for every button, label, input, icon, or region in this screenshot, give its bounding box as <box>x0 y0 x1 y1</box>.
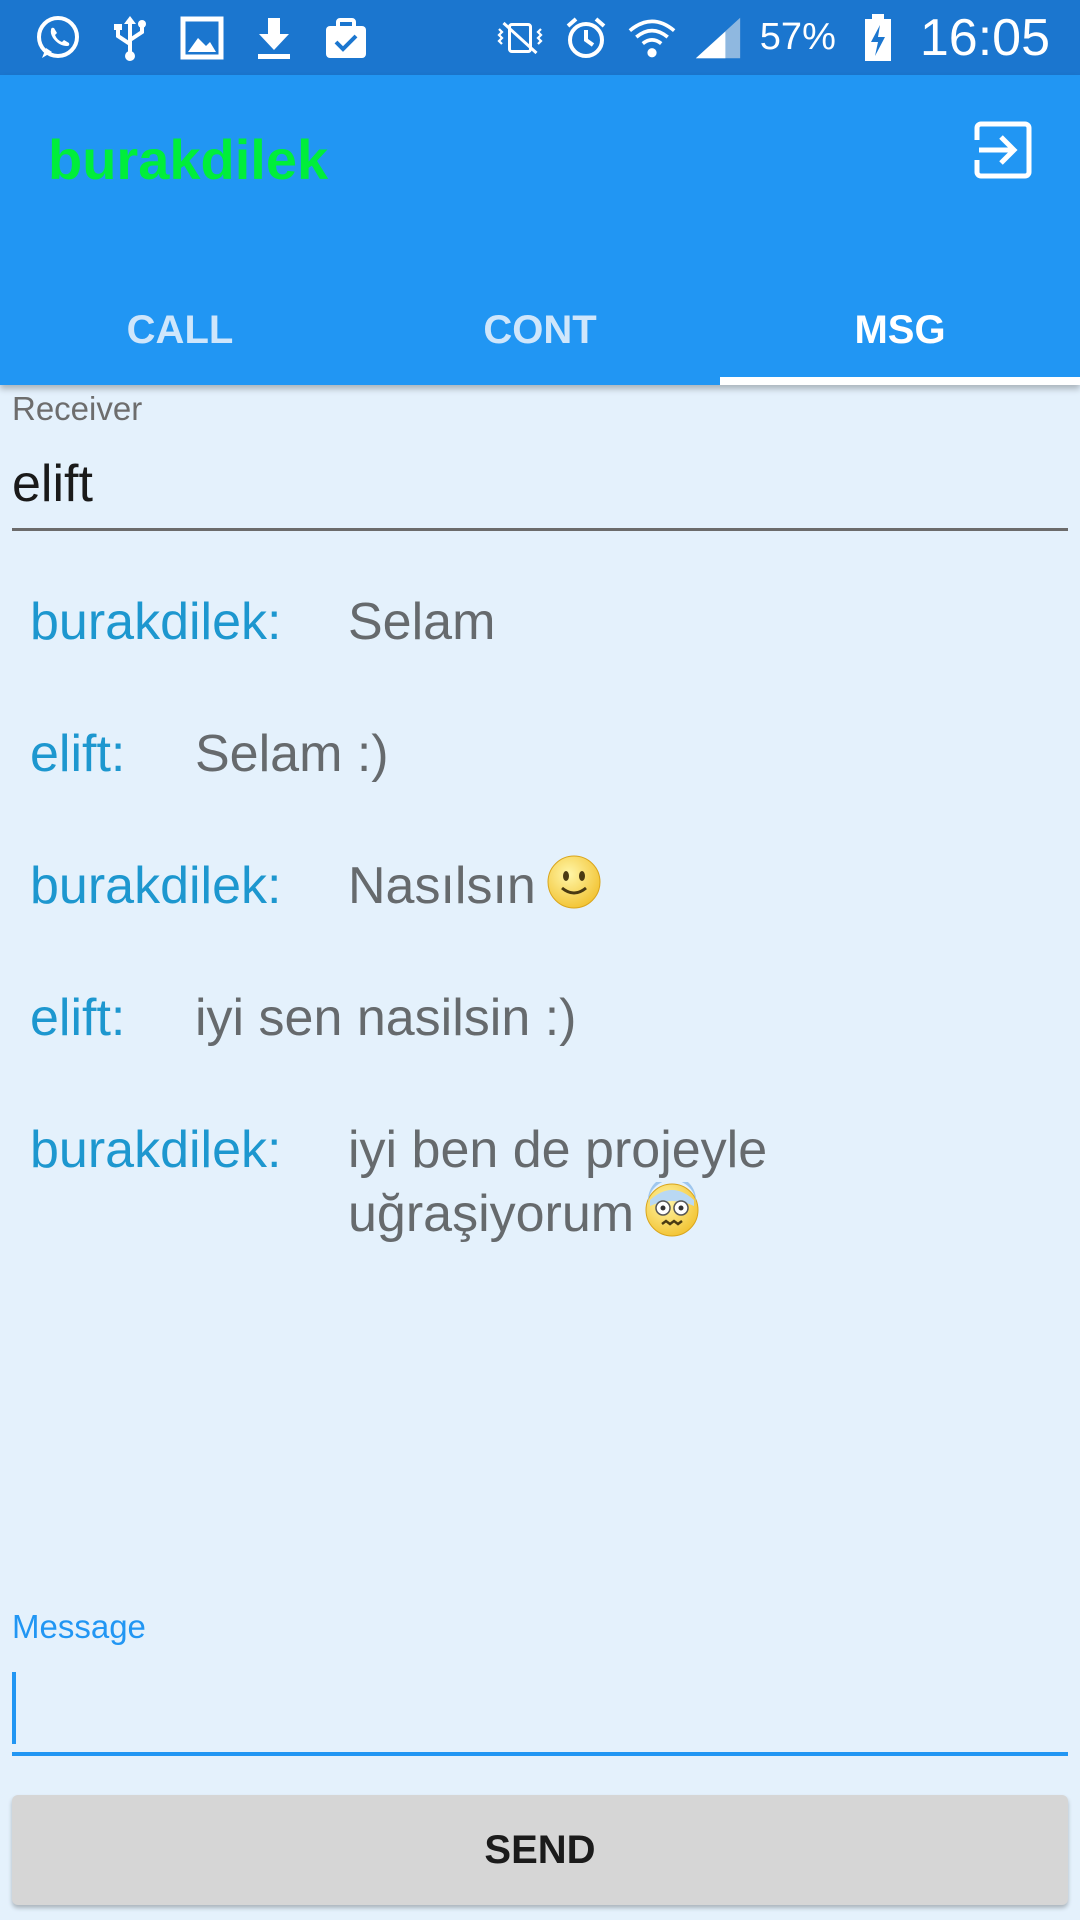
message-text: Selam :) <box>195 725 389 783</box>
battery-percentage: 57% <box>759 16 836 58</box>
message-sender: burakdilek: <box>30 857 282 915</box>
image-icon <box>178 14 226 62</box>
usb-icon <box>106 14 154 62</box>
message-label: Message <box>12 1608 146 1645</box>
message-sender: burakdilek: <box>30 1121 282 1179</box>
tab-cont[interactable]: CONT <box>360 275 720 385</box>
tab-bar: CALL CONT MSG <box>0 275 1080 385</box>
vibrate-icon <box>496 14 544 62</box>
clock-time: 16:05 <box>919 8 1050 67</box>
wifi-icon <box>628 14 676 62</box>
send-button[interactable]: SEND <box>12 1795 1068 1905</box>
message-row: burakdilek: Nasılsın <box>30 854 1060 986</box>
message-row: elift: Selam :) <box>30 722 1060 854</box>
message-list: burakdilek: Selam elift: Selam :) burakd… <box>30 590 1060 1253</box>
message-text-content: Nasılsın <box>348 857 536 916</box>
app-bar: burakdilek CALL CONT MSG <box>0 75 1080 385</box>
whatsapp-icon <box>34 14 82 62</box>
signal-icon <box>694 14 742 62</box>
download-icon <box>250 14 298 62</box>
anxious-face-emoji-icon <box>644 1176 700 1253</box>
battery-charging-icon <box>854 13 902 62</box>
status-bar-left <box>34 12 370 64</box>
alarm-icon <box>562 14 610 62</box>
exit-to-app-icon <box>973 120 1033 185</box>
message-sender: elift: <box>30 725 126 783</box>
text-cursor <box>12 1672 16 1744</box>
smile-emoji-icon <box>546 854 602 925</box>
status-bar-right: 57% 16:05 <box>496 0 1050 75</box>
message-row: burakdilek: iyi ben de projeyle uğraşiyo… <box>30 1118 1060 1253</box>
message-row: burakdilek: Selam <box>30 590 1060 722</box>
message-text: Nasılsın <box>348 854 602 986</box>
message-text: iyi sen nasilsin :) <box>195 989 577 1047</box>
message-field <box>12 1668 1072 1756</box>
app-title: burakdilek <box>48 128 329 191</box>
tab-call[interactable]: CALL <box>0 275 360 385</box>
message-sender: elift: <box>30 989 126 1047</box>
message-text: Selam <box>348 593 496 651</box>
receiver-label: Receiver <box>12 390 143 427</box>
status-bar: 57% 16:05 <box>0 0 1080 75</box>
message-text: iyi ben de projeyle uğraşiyorum <box>348 1118 788 1253</box>
message-row: elift: iyi sen nasilsin :) <box>30 986 1060 1118</box>
message-text-content: iyi ben de projeyle uğraşiyorum <box>348 1121 768 1244</box>
exit-button[interactable] <box>968 117 1038 187</box>
tab-msg[interactable]: MSG <box>720 275 1080 385</box>
message-input[interactable] <box>12 1668 1072 1752</box>
clipboard-check-icon <box>322 14 370 62</box>
message-sender: burakdilek: <box>30 593 282 651</box>
receiver-input[interactable] <box>12 440 1068 531</box>
